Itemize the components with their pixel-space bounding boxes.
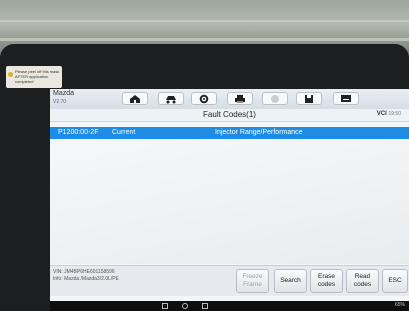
read-codes-button[interactable]: Read codes — [346, 269, 379, 293]
search-label: Search — [280, 277, 301, 284]
sticker-dot-icon — [8, 72, 13, 77]
erase-codes-label: Erase codes — [317, 273, 336, 288]
background-rail — [0, 20, 409, 22]
keyboard-button[interactable] — [333, 92, 359, 105]
save-icon — [305, 94, 313, 103]
brand-name: Mazda — [53, 90, 75, 97]
vci-label: VCI — [376, 111, 387, 117]
protective-film-sticker: Please peel off this mask AFTER applicat… — [6, 66, 62, 88]
erase-codes-button[interactable]: Erase codes — [310, 269, 343, 293]
vci-status: VCI 19:50 — [377, 111, 401, 117]
read-codes-label: Read codes — [353, 273, 372, 288]
fault-status: Current — [112, 129, 136, 136]
page-title: Fault Codes(1) — [203, 110, 256, 119]
home-button[interactable] — [122, 92, 148, 105]
vin-text: VIN: JM4BP6HE601158596 — [53, 269, 115, 275]
esc-button[interactable]: ESC — [382, 269, 408, 293]
top-toolbar: Mazda V2.70 — [50, 89, 409, 110]
app-version: V2.70 — [53, 99, 67, 105]
background-rail — [0, 38, 409, 41]
gear-icon — [199, 94, 209, 103]
brand-block: Mazda V2.70 — [53, 90, 74, 106]
recent-apps-icon[interactable] — [202, 303, 208, 309]
freeze-frame-label: Freeze Frame — [242, 273, 263, 288]
page-title-bar: Fault Codes(1) VCI 19:50 — [50, 109, 409, 122]
record-icon — [271, 94, 279, 103]
vci-time: 19:50 — [388, 111, 401, 117]
vehicle-model-text: Info: Mazda /Mazda3/2.0L/PE — [53, 276, 119, 282]
fault-code-row[interactable]: P1200:00-2F Current Injector Range/Perfo… — [50, 127, 409, 139]
device-screen: Mazda V2.70 Fault Codes(1) VCI 19:50 P12… — [50, 89, 409, 301]
freeze-frame-button[interactable]: Freeze Frame — [236, 269, 269, 293]
printer-icon — [235, 94, 245, 103]
car-icon — [166, 95, 176, 103]
fault-code: P1200:00-2F — [58, 129, 99, 136]
record-button[interactable] — [262, 92, 288, 105]
keyboard-icon — [341, 95, 351, 102]
sticker-text: Please peel off this mask AFTER applicat… — [15, 69, 60, 84]
vehicle-button[interactable] — [158, 92, 184, 105]
home-nav-icon[interactable] — [182, 303, 188, 309]
fault-description: Injector Range/Performance — [215, 129, 303, 136]
action-footer: VIN: JM4BP6HE601158596 Info: Mazda /Mazd… — [50, 265, 409, 296]
settings-button[interactable] — [191, 92, 217, 105]
print-button[interactable] — [227, 92, 253, 105]
save-button[interactable] — [296, 92, 322, 105]
back-icon[interactable] — [162, 303, 168, 309]
fault-list-area — [50, 139, 409, 264]
battery-status: 65% — [394, 302, 405, 308]
home-icon — [130, 94, 140, 103]
search-button[interactable]: Search — [274, 269, 307, 293]
esc-label: ESC — [388, 277, 402, 284]
vehicle-info: VIN: JM4BP6HE601158596 Info: Mazda /Mazd… — [53, 269, 119, 283]
android-system-bar: 65% — [50, 301, 409, 311]
